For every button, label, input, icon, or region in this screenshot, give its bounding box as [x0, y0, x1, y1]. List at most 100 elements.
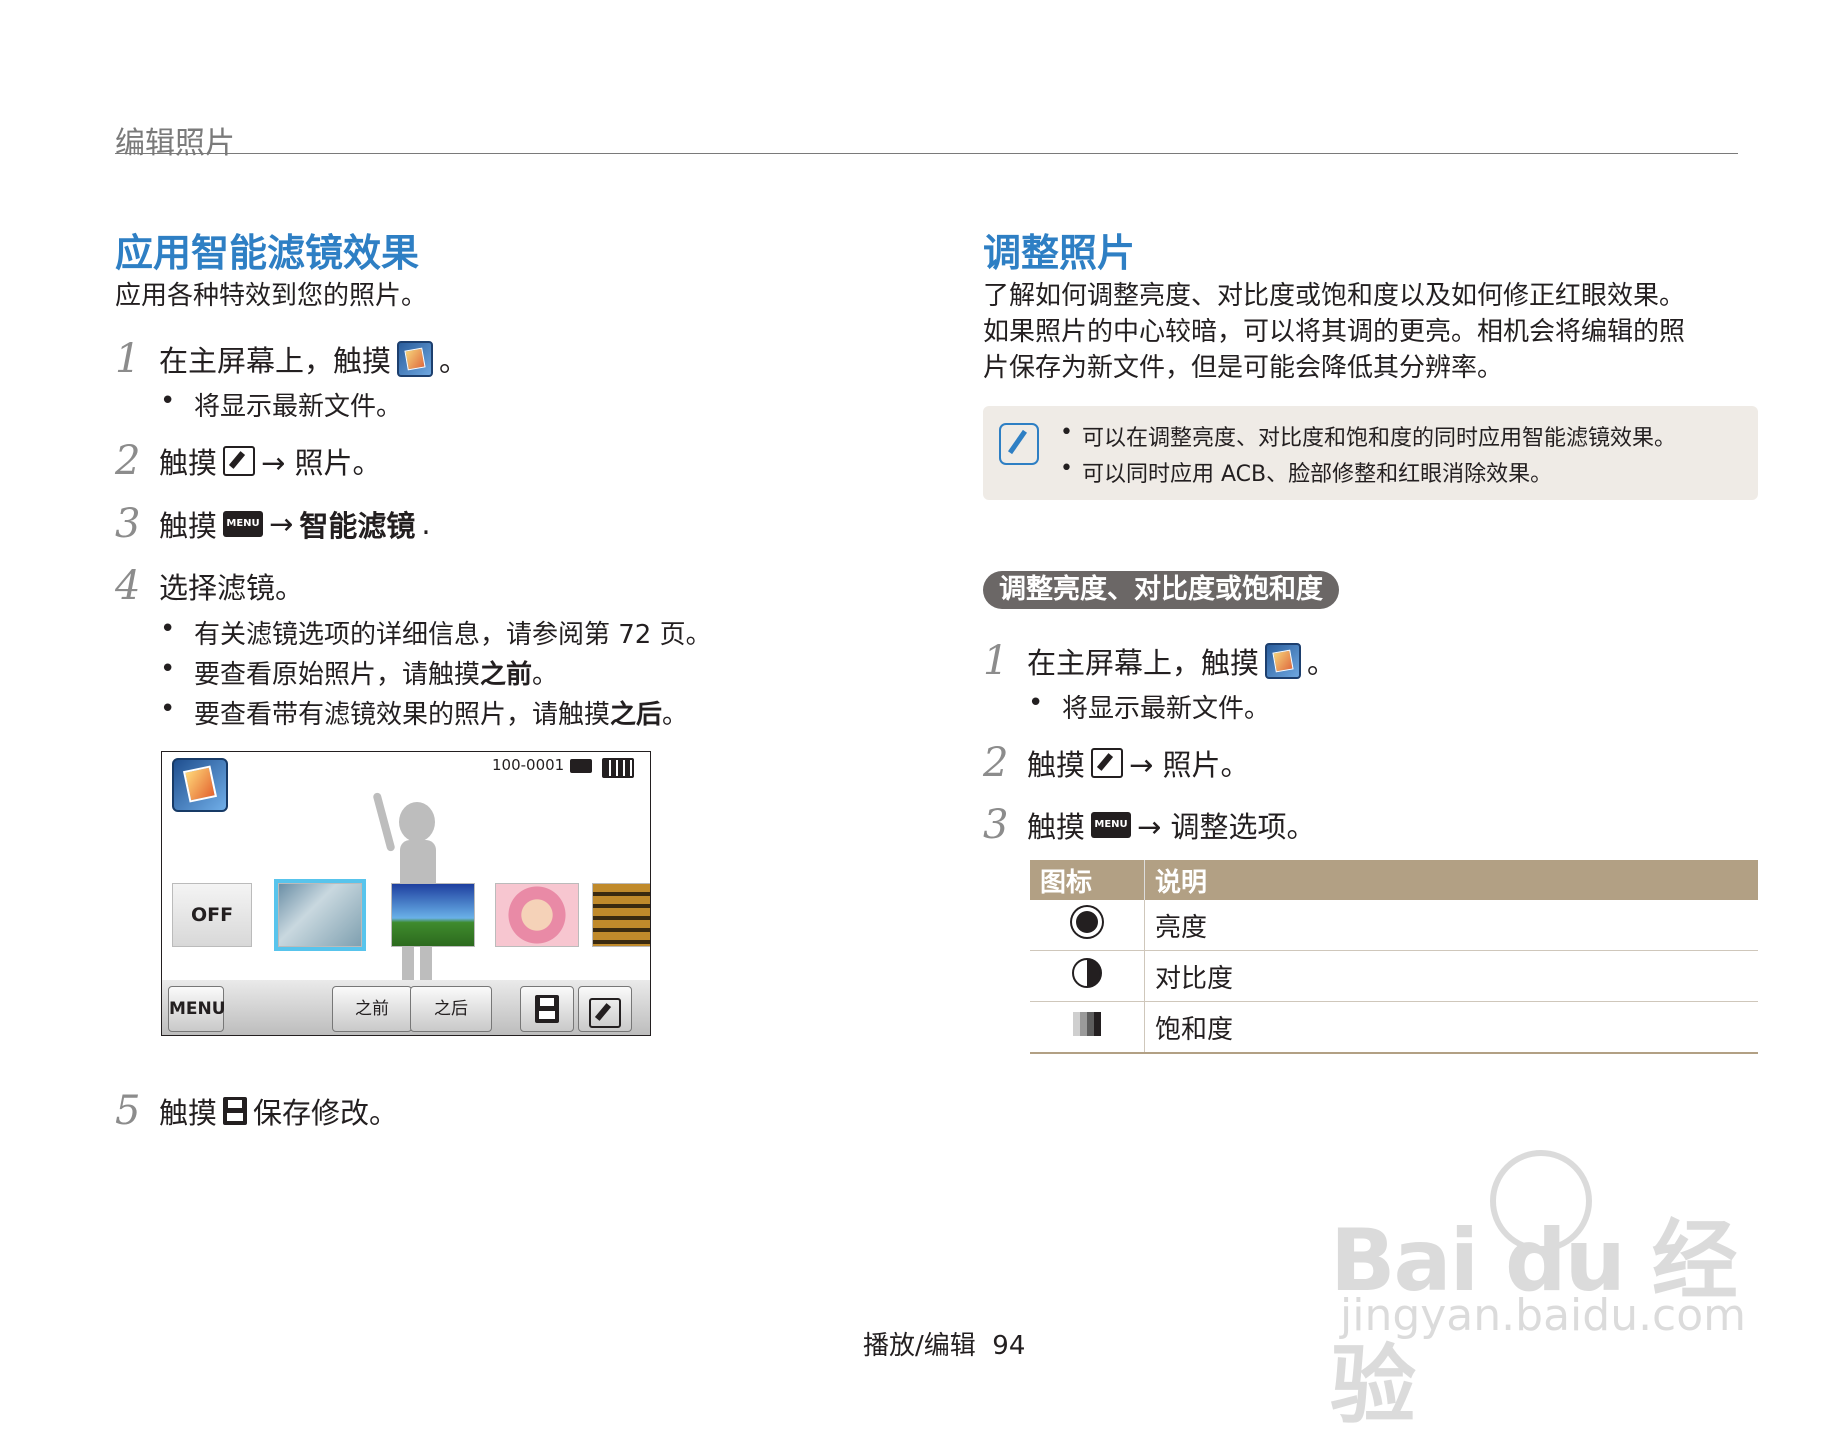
bullet-text: 要查看原始照片，请触摸 — [194, 660, 481, 690]
step-text: 触摸 — [159, 509, 218, 543]
right-step-3: 3 触摸 MENU → 调整选项。 — [983, 802, 1316, 848]
step-number: 2 — [983, 740, 1009, 786]
footer-section: 播放/编辑 — [863, 1331, 976, 1361]
table-row: 对比度 — [1030, 950, 1758, 1002]
edit-icon — [589, 998, 621, 1028]
right-step-1: 1 在主屏幕上，触摸 。 — [983, 638, 1336, 684]
step-number: 5 — [115, 1088, 141, 1134]
page-footer: 播放/编辑 94 — [863, 1325, 1025, 1362]
edit-button[interactable] — [578, 986, 632, 1032]
step-end: . — [421, 507, 431, 541]
step-text: 触摸 — [1027, 748, 1086, 782]
camera-screen-illustration: 100-0001 OFF MENU 之前 之后 — [161, 751, 651, 1036]
table-cell: 饱和度 — [1144, 1001, 1758, 1054]
step-number: 1 — [983, 638, 1009, 684]
note-line: • 可以同时应用 ACB、脸部修整和红眼消除效果。 — [1060, 456, 1553, 487]
gallery-icon — [1265, 643, 1302, 679]
step-text: 触摸 — [159, 446, 218, 480]
note-text: 可以在调整亮度、对比度和饱和度的同时应用智能滤镜效果。 — [1082, 426, 1677, 451]
left-intro: 应用各种特效到您的照片。 — [115, 281, 428, 311]
step-number: 2 — [115, 438, 141, 484]
step-text: 在主屏幕上，触摸 — [159, 344, 392, 378]
bullet-text: 要查看带有滤镜效果的照片，请触摸 — [194, 700, 611, 730]
baidu-watermark: Bai du 经验 jingyan.baidu.com — [1330, 1150, 1760, 1436]
step-number: 1 — [115, 336, 141, 382]
right-intro-line-1: 了解如何调整亮度、对比度或饱和度以及如何修正红眼效果。 — [983, 281, 1686, 311]
filter-vignette-thumb[interactable] — [391, 883, 475, 947]
step-text-after: → 照片。 — [261, 446, 382, 480]
bullet-text: 有关滤镜选项的详细信息，请参阅第 72 页。 — [194, 620, 712, 650]
memory-icon — [570, 759, 592, 773]
table-header-row: 图标 说明 — [1030, 860, 1758, 900]
brightness-icon — [1076, 911, 1098, 933]
step-number: 4 — [115, 563, 141, 609]
step-number: 3 — [115, 501, 141, 547]
subsection-pill: 调整亮度、对比度或饱和度 — [983, 571, 1339, 609]
step-bold-text: 智能滤镜 — [299, 509, 416, 543]
watermark-url: jingyan.baidu.com — [1340, 1290, 1747, 1341]
table-header-icon: 图标 — [1030, 860, 1145, 900]
filter-off-thumb[interactable]: OFF — [172, 883, 252, 947]
right-intro-line-3: 片保存为新文件，但是可能会降低其分辨率。 — [983, 353, 1504, 383]
step-number: 3 — [983, 802, 1009, 848]
left-step-5: 5 触摸 保存修改。 — [115, 1088, 398, 1134]
filter-miniature-thumb[interactable] — [274, 879, 366, 951]
battery-icon — [602, 758, 634, 778]
bullet-bold: 之前 — [480, 660, 533, 690]
right-section-heading: 调整照片 — [983, 231, 1136, 275]
menu-icon: MENU — [1091, 812, 1132, 838]
bullet-text: 将显示最新文件。 — [194, 392, 403, 422]
filter-film-thumb[interactable] — [592, 883, 650, 947]
step-text-after: → 照片。 — [1129, 748, 1250, 782]
menu-icon: MENU — [223, 511, 264, 537]
left-step-4: 4 选择滤镜。 — [115, 563, 304, 609]
step-arrow: → — [269, 507, 294, 541]
left-step4-bullet: • 有关滤镜选项的详细信息，请参阅第 72 页。 — [160, 614, 712, 650]
smart-filter-icon — [172, 758, 228, 812]
table-row: 亮度 — [1030, 900, 1758, 951]
file-number: 100-0001 — [492, 756, 565, 774]
left-step4-bullet: • 要查看带有滤镜效果的照片，请触摸 之后。 — [160, 694, 689, 730]
step-text-after: → 调整选项。 — [1137, 810, 1316, 844]
page-header-title: 编辑照片 — [115, 126, 235, 161]
table-header-description: 说明 — [1144, 860, 1758, 900]
after-button[interactable]: 之后 — [410, 986, 492, 1032]
edit-icon — [1091, 748, 1124, 778]
before-button[interactable]: 之前 — [332, 986, 412, 1032]
note-line: • 可以在调整亮度、对比度和饱和度的同时应用智能滤镜效果。 — [1060, 420, 1677, 451]
note-icon — [999, 423, 1039, 465]
step-end: 。 — [1307, 646, 1337, 680]
table-cell: 对比度 — [1144, 950, 1758, 1002]
bullet-end: 。 — [662, 700, 689, 730]
saturation-icon — [1073, 1011, 1101, 1036]
step-text: 触摸 — [1027, 810, 1086, 844]
header-divider — [115, 153, 1738, 154]
right-intro-line-2: 如果照片的中心较暗，可以将其调的更亮。相机会将编辑的照 — [983, 317, 1686, 347]
page-number: 94 — [992, 1331, 1026, 1361]
left-step-2: 2 触摸 → 照片。 — [115, 438, 382, 484]
left-step4-bullet: • 要查看原始照片，请触摸 之前。 — [160, 654, 559, 690]
bullet-bold: 之后 — [610, 700, 663, 730]
bullet-end: 。 — [532, 660, 559, 690]
table-row: 饱和度 — [1030, 1001, 1758, 1054]
save-icon — [223, 1097, 248, 1125]
contrast-icon — [1072, 957, 1102, 988]
table-cell: 亮度 — [1144, 900, 1758, 951]
step-text: 在主屏幕上，触摸 — [1027, 646, 1260, 680]
right-step-2: 2 触摸 → 照片。 — [983, 740, 1250, 786]
left-step-3: 3 触摸 MENU → 智能滤镜. — [115, 501, 431, 547]
save-icon — [535, 995, 559, 1023]
step-text: 选择滤镜。 — [159, 571, 305, 605]
menu-button[interactable]: MENU — [168, 986, 226, 1032]
bullet-text: 将显示最新文件。 — [1062, 694, 1271, 724]
adjust-options-table: 图标 说明 亮度 对比度 饱和度 — [1030, 860, 1758, 1054]
left-step-1: 1 在主屏幕上，触摸 。 — [115, 336, 468, 382]
step-text-after: 保存修改。 — [253, 1096, 399, 1130]
filter-soft-thumb[interactable] — [495, 883, 579, 947]
step-end: 。 — [439, 344, 469, 378]
gallery-icon — [397, 341, 434, 377]
step-text: 触摸 — [159, 1096, 218, 1130]
left-section-heading: 应用智能滤镜效果 — [115, 231, 420, 275]
edit-icon — [223, 446, 256, 476]
save-button[interactable] — [520, 986, 574, 1032]
